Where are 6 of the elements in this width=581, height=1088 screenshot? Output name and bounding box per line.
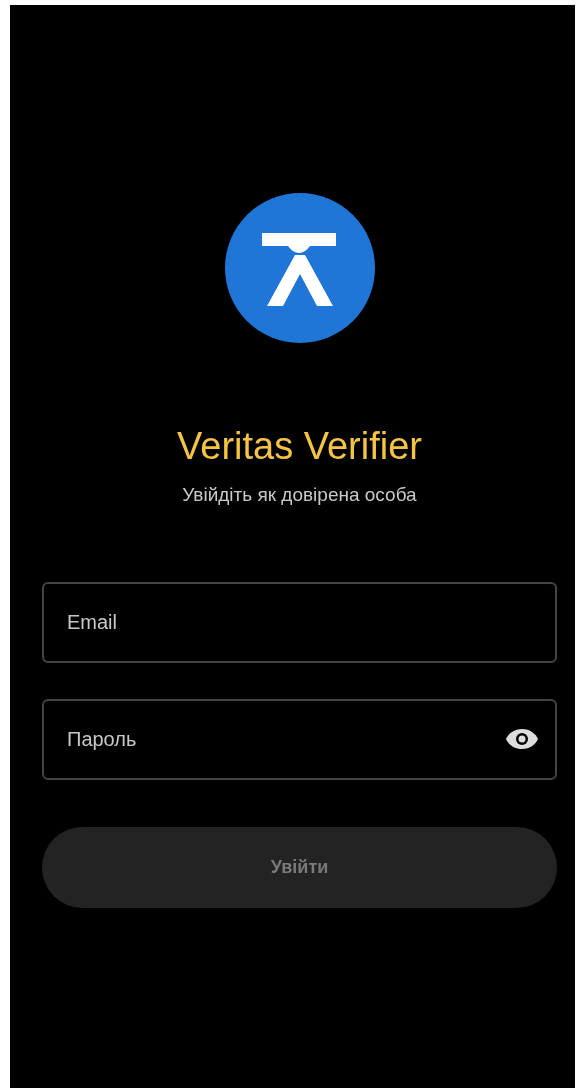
logo-icon	[224, 193, 375, 343]
password-field[interactable]: Пароль	[42, 699, 557, 780]
eye-icon[interactable]	[505, 727, 539, 751]
app-subtitle: Увійдіть як довірена особа	[182, 484, 417, 506]
app-title: Veritas Verifier	[177, 425, 422, 468]
email-field[interactable]: Email	[42, 582, 557, 663]
